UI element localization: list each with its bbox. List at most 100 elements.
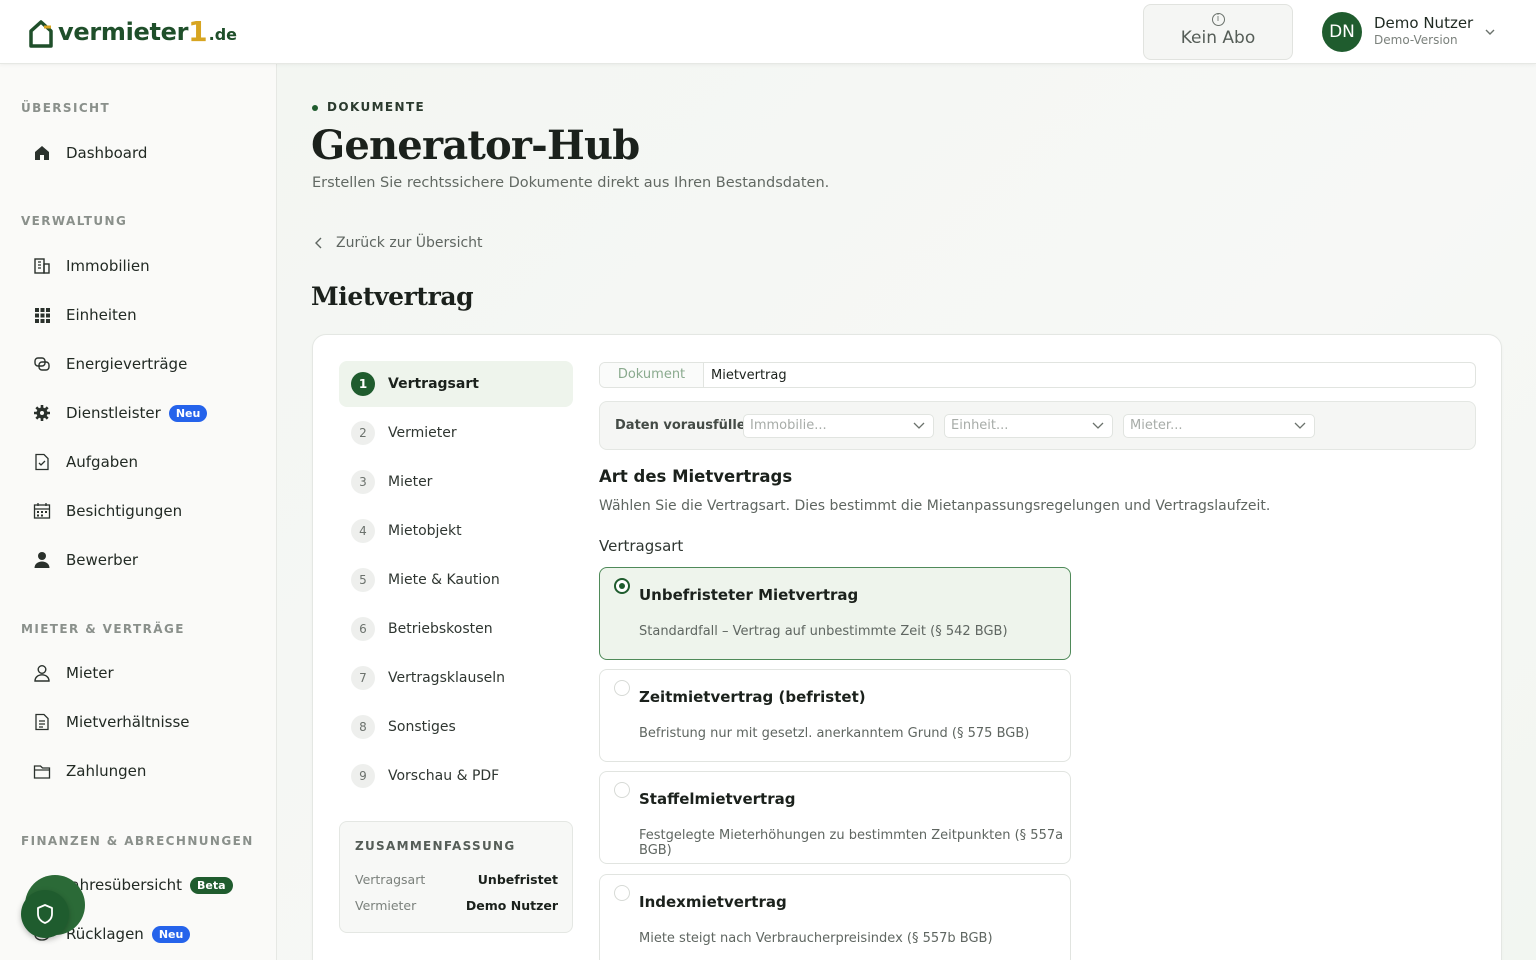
option-staffelmietvertrag[interactable]: Staffelmietvertrag Festgelegte Mieterhöh… [599,771,1071,864]
step-number: 4 [351,519,375,543]
step-number: 5 [351,568,375,592]
sidebar-item-label: Rücklagen [66,925,144,943]
task-icon [18,453,66,471]
step-number: 3 [351,470,375,494]
step-label: Vorschau & PDF [388,768,500,784]
tenant-select[interactable]: Mieter... [1123,414,1315,438]
chevron-down-icon [1092,422,1104,429]
option-title: Indexmietvertrag [639,893,787,911]
privacy-shield-button[interactable] [21,890,69,938]
sidebar-item-label: Bewerber [66,551,139,569]
user-solid-icon [18,551,66,569]
step-label: Miete & Kaution [388,572,500,588]
generator-card: 1 Vertragsart 2 Vermieter 3 Mieter 4 Mie… [312,334,1502,960]
sidebar-item-bewerber[interactable]: Bewerber [20,540,260,580]
building-icon [18,257,66,275]
step-label: Vertragsart [388,376,479,392]
shield-icon [37,904,53,924]
document-icon [18,713,66,731]
option-description: Miete steigt nach Verbraucherpreisindex … [639,931,993,946]
main-content: DOKUMENTE Generator-Hub Erstellen Sie re… [277,64,1536,960]
new-badge: Neu [168,404,208,422]
chevron-down-icon[interactable] [1484,26,1496,38]
step-vorschau-pdf[interactable]: 9 Vorschau & PDF [339,753,573,799]
avatar[interactable]: DN [1322,12,1362,52]
step-vertragsart[interactable]: 1 Vertragsart [339,361,573,407]
prefill-label: Daten vorausfüllen: [615,418,761,433]
sidebar-item-label: Dashboard [66,144,148,162]
sidebar-item-aufgaben[interactable]: Aufgaben [20,442,260,482]
step-mietobjekt[interactable]: 4 Mietobjekt [339,508,573,554]
radio-button[interactable] [614,782,630,798]
radio-button[interactable] [614,578,630,594]
document-value: Mietvertrag [711,367,787,383]
option-description: Standardfall – Vertrag auf unbestimmte Z… [639,624,1008,639]
eyebrow-label: DOKUMENTE [327,100,426,114]
sidebar-item-label: Energieverträge [66,355,188,373]
sidebar-item-immobilien[interactable]: Immobilien [20,246,260,286]
step-label: Betriebskosten [388,621,493,637]
step-betriebskosten[interactable]: 6 Betriebskosten [339,606,573,652]
option-zeitmietvertrag[interactable]: Zeitmietvertrag (befristet) Befristung n… [599,669,1071,762]
step-number: 2 [351,421,375,445]
home-icon [18,144,66,162]
page-subtitle: Erstellen Sie rechtssichere Dokumente di… [312,175,830,191]
sidebar-section-finanzen: FINANZEN & ABRECHNUNGEN [21,834,254,848]
step-vertragsklauseln[interactable]: 7 Vertragsklauseln [339,655,573,701]
chevron-down-icon [1294,422,1306,429]
radio-button[interactable] [614,680,630,696]
summary-key: Vertragsart [355,872,426,887]
step-number: 1 [351,372,375,396]
house-logo-icon [29,20,53,48]
logo-tld: .de [208,25,238,44]
sidebar-item-dashboard[interactable]: Dashboard [20,133,260,173]
logo-digit: 1 [188,15,208,48]
back-link[interactable]: Zurück zur Übersicht [314,235,483,251]
sidebar-item-label: Immobilien [66,257,150,275]
radio-button[interactable] [614,885,630,901]
sidebar-section-mieter-vertraege: MIETER & VERTRÄGE [21,622,185,636]
property-select[interactable]: Immobilie... [743,414,934,438]
step-label: Vertragsklauseln [388,670,505,686]
user-subtitle: Demo-Version [1374,33,1458,47]
sidebar-item-zahlungen[interactable]: Zahlungen [20,751,260,791]
chevron-down-icon [913,422,925,429]
step-number: 8 [351,715,375,739]
section-title: Mietvertrag [311,282,474,311]
summary-value: Unbefristet [477,872,558,887]
subscription-button[interactable]: i Kein Abo [1143,4,1293,60]
user-name[interactable]: Demo Nutzer [1374,14,1473,32]
sidebar-item-einheiten[interactable]: Einheiten [20,295,260,335]
step-mieter[interactable]: 3 Mieter [339,459,573,505]
chevron-left-icon [315,237,322,249]
sidebar-item-mietverhaeltnisse[interactable]: Mietverhältnisse [20,702,260,742]
step-number: 7 [351,666,375,690]
sidebar-item-label: Einheiten [66,306,137,324]
subscription-label: Kein Abo [1180,28,1256,48]
document-tag: Dokument [600,363,704,387]
summary-row: Vertragsart Unbefristet [355,872,558,887]
option-indexmietvertrag[interactable]: Indexmietvertrag Miete steigt nach Verbr… [599,874,1071,960]
info-icon: i [1211,13,1225,26]
unit-select[interactable]: Einheit... [944,414,1113,438]
logo[interactable]: vermieter 1 .de [28,16,237,48]
page-title: Generator-Hub [311,122,640,169]
summary-key: Vermieter [355,898,417,913]
calendar-icon [18,502,66,520]
sidebar-item-besichtigungen[interactable]: Besichtigungen [20,491,260,531]
step-vermieter[interactable]: 2 Vermieter [339,410,573,456]
option-unbefristet[interactable]: Unbefristeter Mietvertrag Standardfall –… [599,567,1071,660]
step-miete-kaution[interactable]: 5 Miete & Kaution [339,557,573,603]
sidebar-item-energievertraege[interactable]: Energieverträge [20,344,260,384]
sidebar-item-dienstleister[interactable]: Dienstleister Neu [20,393,260,433]
energy-contract-icon [18,355,66,373]
step-label: Mietobjekt [388,523,462,539]
summary-value: Demo Nutzer [465,898,558,913]
step-sonstiges[interactable]: 8 Sonstiges [339,704,573,750]
sidebar-item-mieter[interactable]: Mieter [20,653,260,693]
sidebar-item-label: Mietverhältnisse [66,713,190,731]
sidebar-section-overview: ÜBERSICHT [21,101,111,115]
document-field[interactable]: Dokument Mietvertrag [599,362,1476,388]
option-title: Unbefristeter Mietvertrag [639,586,859,604]
prefill-bar: Daten vorausfüllen: Immobilie... Einheit… [599,401,1476,450]
